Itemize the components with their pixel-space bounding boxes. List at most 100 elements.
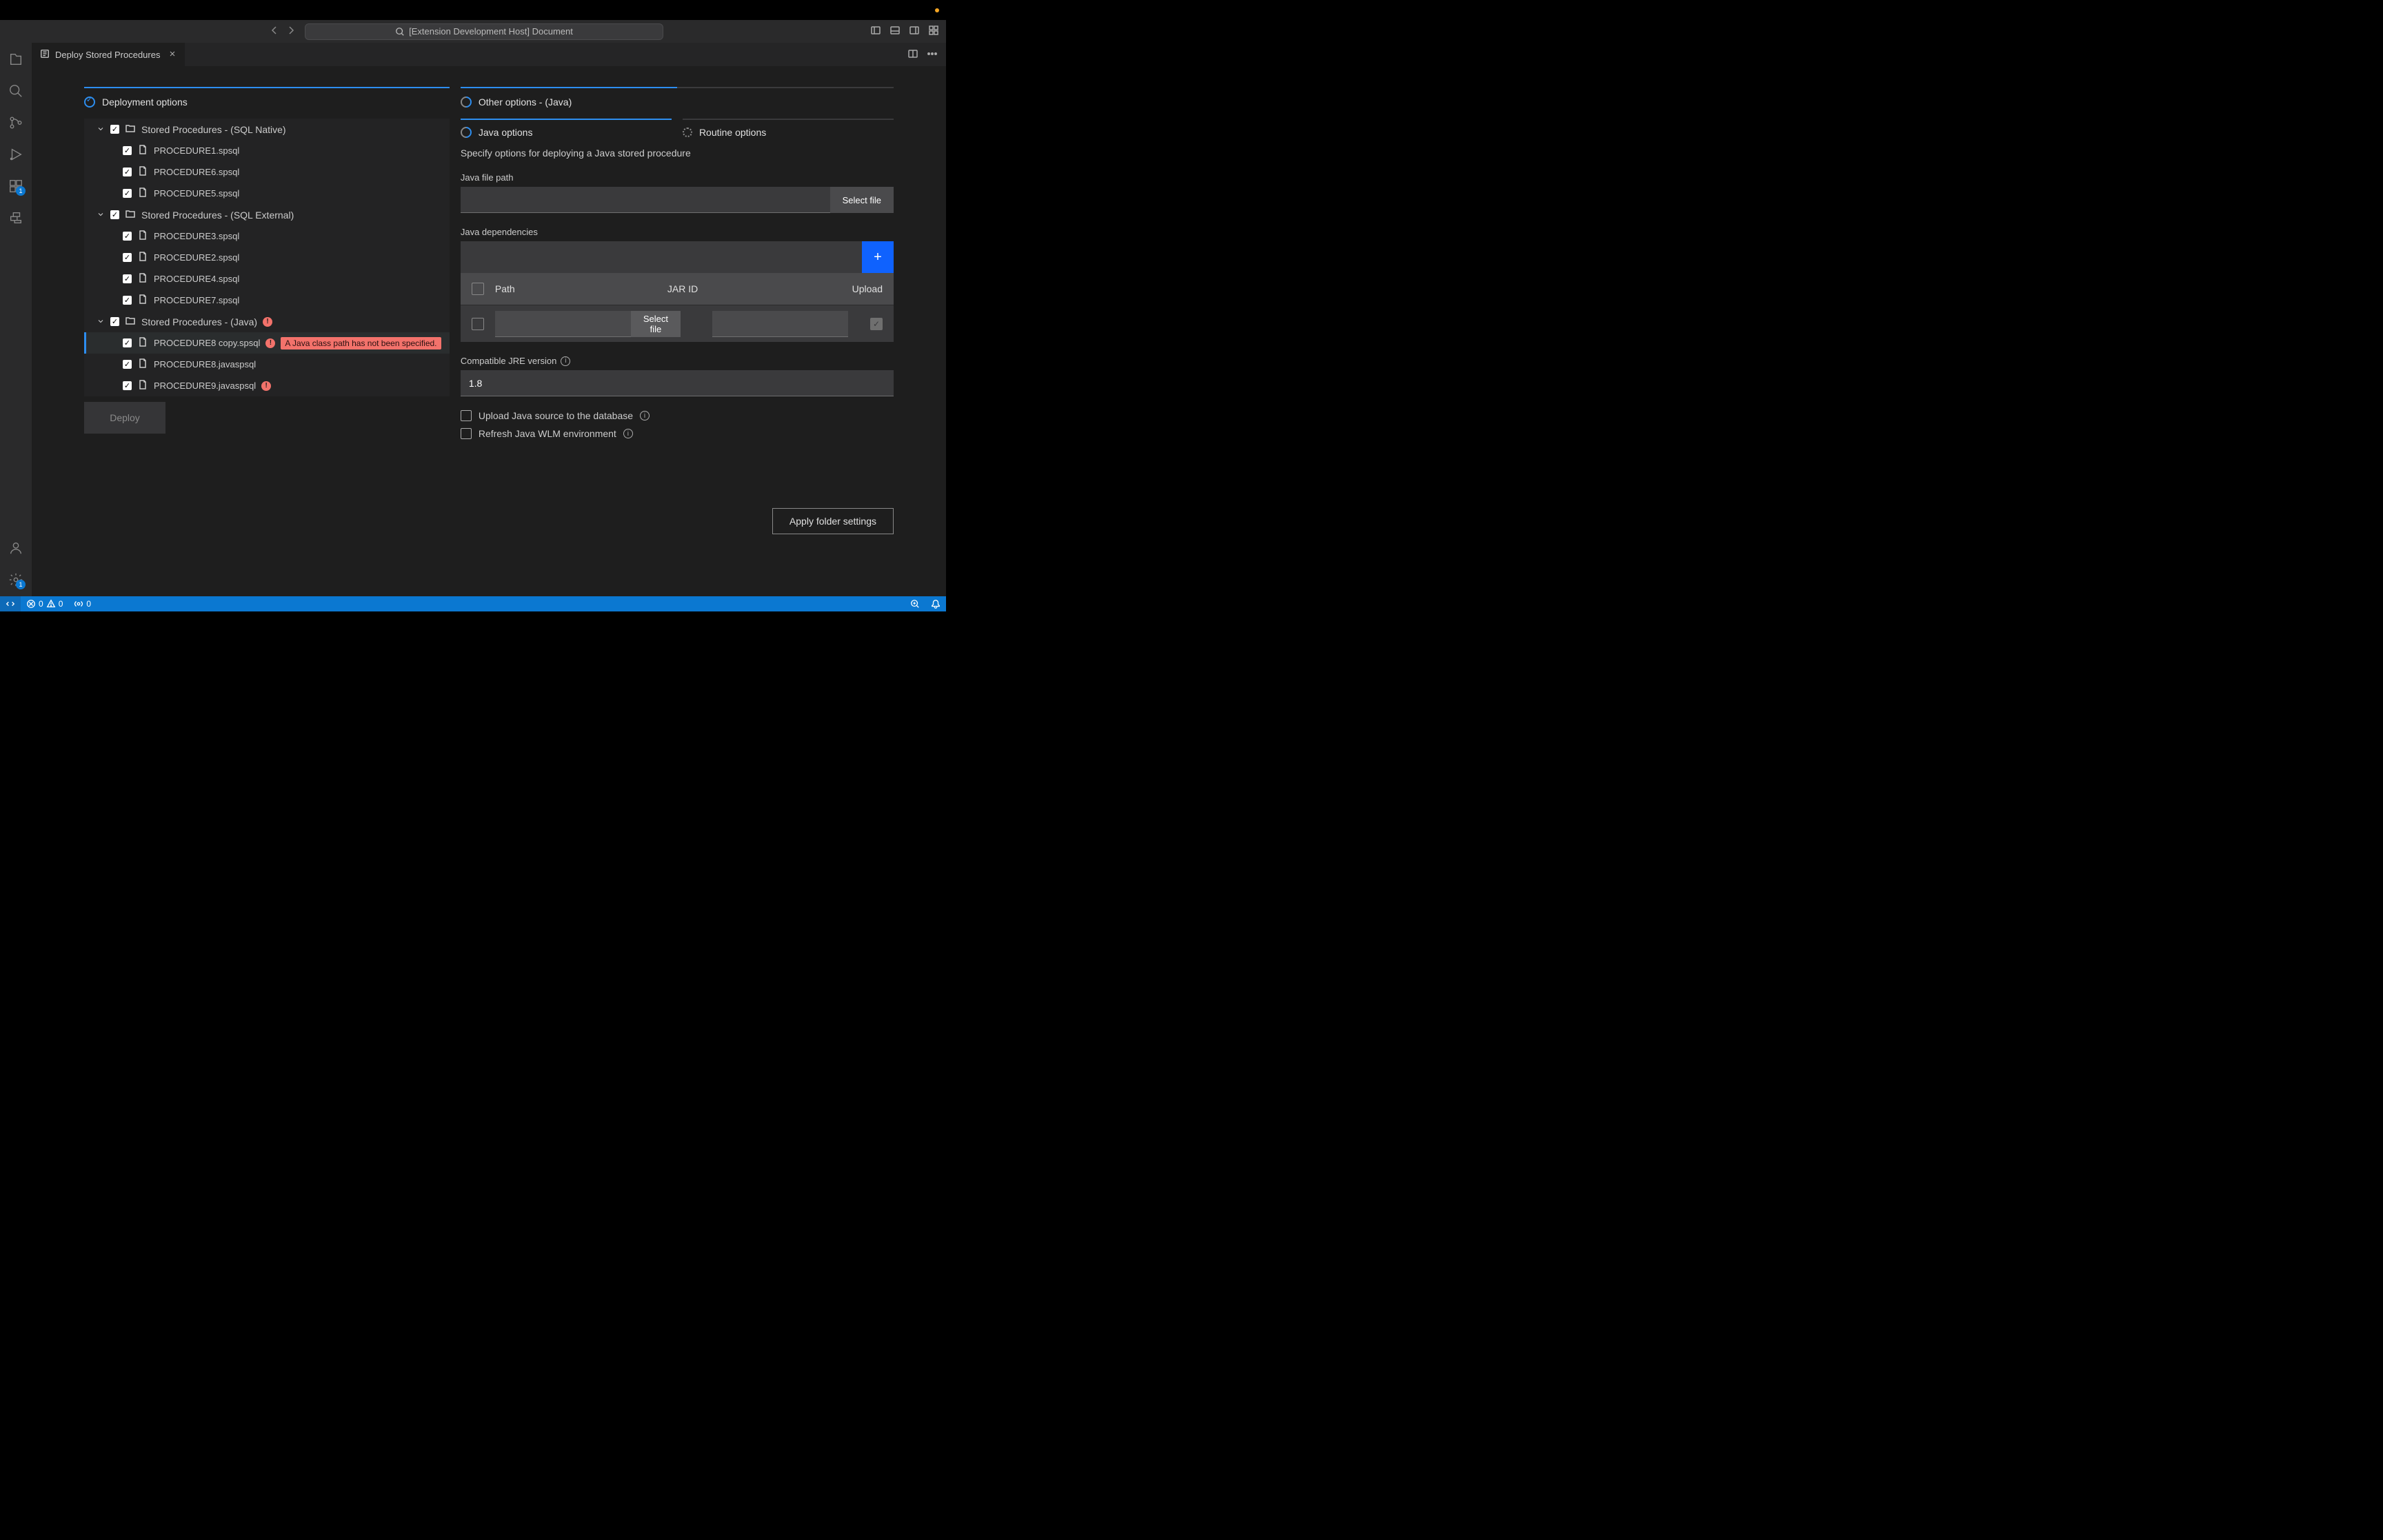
checkbox-icon[interactable]: ✓ — [123, 168, 132, 176]
upload-source-option[interactable]: Upload Java source to the database i — [461, 410, 894, 421]
half-circle-icon — [459, 125, 474, 141]
tree-item[interactable]: ✓ PROCEDURE1.spsql — [84, 140, 450, 161]
layout-sidebar-right-icon[interactable] — [909, 25, 920, 38]
dependencies-table: Path JAR ID Upload Select file — [461, 273, 894, 342]
add-dependency-button[interactable]: + — [862, 241, 894, 273]
checkbox-icon[interactable]: ✓ — [110, 125, 119, 134]
tab-title: Deploy Stored Procedures — [55, 50, 160, 60]
checkbox-icon[interactable]: ✓ — [123, 338, 132, 347]
tree-item[interactable]: ✓ PROCEDURE7.spsql — [84, 290, 450, 311]
folder-icon — [125, 315, 136, 328]
checkbox-icon[interactable]: ✓ — [123, 274, 132, 283]
jre-version-label: Compatible JRE version i — [461, 356, 894, 366]
close-icon[interactable] — [168, 50, 177, 60]
remote-indicator[interactable] — [0, 596, 21, 611]
error-icon: ! — [263, 317, 272, 327]
info-icon[interactable]: i — [640, 411, 650, 421]
checkbox-icon[interactable]: ✓ — [110, 210, 119, 219]
tab-java-options[interactable]: Java options — [461, 119, 672, 138]
layout-panel-icon[interactable] — [889, 25, 901, 38]
status-bar: 0 0 0 — [0, 596, 946, 611]
checkbox-icon[interactable]: ✓ — [123, 296, 132, 305]
tree-item[interactable]: ✓ PROCEDURE9.javaspsql ! — [84, 375, 450, 396]
checkbox-icon[interactable]: ✓ — [123, 189, 132, 198]
table-row: Select file ✓ — [461, 305, 894, 342]
status-notifications-icon[interactable] — [925, 599, 946, 609]
source-control-icon[interactable] — [8, 114, 24, 131]
tree-item[interactable]: ✓ PROCEDURE8.javaspsql — [84, 354, 450, 375]
tree-group[interactable]: ✓ Stored Procedures - (SQL External) — [84, 204, 450, 225]
folder-icon — [125, 208, 136, 221]
item-label: PROCEDURE8 copy.spsql — [154, 338, 260, 348]
tree-item[interactable]: ✓ PROCEDURE3.spsql — [84, 225, 450, 247]
file-icon — [137, 294, 148, 307]
tree-item[interactable]: ✓ PROCEDURE6.spsql — [84, 161, 450, 183]
search-icon[interactable] — [8, 83, 24, 99]
status-zoom-icon[interactable] — [905, 599, 925, 609]
error-icon: ! — [265, 338, 275, 348]
run-debug-icon[interactable] — [8, 146, 24, 163]
checkbox-icon[interactable]: ✓ — [123, 253, 132, 262]
nav-back-icon[interactable] — [269, 25, 280, 38]
table-header-checkbox[interactable] — [472, 283, 484, 295]
deployment-options-label: Deployment options — [102, 97, 188, 108]
dep-select-file-button[interactable]: Select file — [631, 311, 681, 337]
upload-checkbox[interactable]: ✓ — [870, 318, 883, 330]
other-options-label: Other options - (Java) — [479, 97, 572, 108]
activity-bar: 1 1 — [0, 43, 32, 596]
tree-item[interactable]: ✓ PROCEDURE5.spsql — [84, 183, 450, 204]
item-label: PROCEDURE1.spsql — [154, 145, 239, 156]
tab-routine-options[interactable]: Routine options — [683, 119, 894, 138]
tree-item[interactable]: ✓ PROCEDURE2.spsql — [84, 247, 450, 268]
file-icon — [137, 230, 148, 243]
titlebar: [Extension Development Host] Document — [0, 20, 946, 43]
item-label: PROCEDURE3.spsql — [154, 231, 239, 241]
dep-path-input[interactable] — [495, 311, 631, 337]
info-icon[interactable]: i — [623, 429, 633, 438]
checkbox-icon[interactable]: ✓ — [123, 381, 132, 390]
java-file-path-input[interactable] — [461, 187, 830, 213]
group-label: Stored Procedures - (SQL Native) — [141, 124, 286, 135]
routine-options-label: Routine options — [699, 127, 766, 138]
checkbox-icon[interactable]: ✓ — [123, 146, 132, 155]
tree-group[interactable]: ✓ Stored Procedures - (Java) ! — [84, 311, 450, 332]
command-center-label: [Extension Development Host] Document — [409, 26, 573, 37]
checkbox-icon[interactable] — [461, 410, 472, 421]
db2-icon[interactable] — [8, 210, 24, 226]
checkbox-icon[interactable]: ✓ — [123, 360, 132, 369]
checkbox-icon[interactable]: ✓ — [123, 232, 132, 241]
item-label: PROCEDURE2.spsql — [154, 252, 239, 263]
refresh-wlm-option[interactable]: Refresh Java WLM environment i — [461, 428, 894, 439]
apply-folder-settings-button[interactable]: Apply folder settings — [772, 508, 894, 534]
accounts-icon[interactable] — [8, 540, 24, 556]
settings-gear-icon[interactable]: 1 — [8, 571, 24, 588]
nav-forward-icon[interactable] — [285, 25, 296, 38]
upload-source-label: Upload Java source to the database — [479, 410, 633, 421]
dep-jar-id-input[interactable] — [712, 311, 848, 337]
more-actions-icon[interactable] — [927, 48, 938, 61]
ports-count: 0 — [86, 599, 91, 609]
status-problems[interactable]: 0 0 — [21, 596, 68, 611]
checkbox-icon[interactable]: ✓ — [110, 317, 119, 326]
tab-deploy-stored-procedures[interactable]: Deploy Stored Procedures — [32, 43, 185, 66]
column-path: Path — [495, 283, 667, 294]
info-icon[interactable]: i — [561, 356, 570, 366]
jre-version-input[interactable] — [461, 370, 894, 396]
status-ports[interactable]: 0 — [68, 596, 97, 611]
chevron-down-icon — [97, 316, 105, 327]
tree-item[interactable]: ✓ PROCEDURE8 copy.spsql ! A Java class p… — [84, 332, 450, 354]
layout-sidebar-left-icon[interactable] — [870, 25, 881, 38]
extensions-icon[interactable]: 1 — [8, 178, 24, 194]
layout-customize-icon[interactable] — [928, 25, 939, 38]
tree-group[interactable]: ✓ Stored Procedures - (SQL Native) — [84, 119, 450, 140]
tree-item[interactable]: ✓ PROCEDURE4.spsql — [84, 268, 450, 290]
split-editor-icon[interactable] — [907, 48, 918, 61]
command-center[interactable]: [Extension Development Host] Document — [305, 23, 663, 40]
row-checkbox[interactable] — [472, 318, 484, 330]
warning-count: 0 — [59, 599, 63, 609]
checkbox-icon[interactable] — [461, 428, 472, 439]
select-file-button[interactable]: Select file — [830, 187, 894, 213]
group-label: Stored Procedures - (SQL External) — [141, 210, 294, 221]
deploy-button[interactable]: Deploy — [84, 402, 165, 434]
explorer-icon[interactable] — [8, 51, 24, 68]
